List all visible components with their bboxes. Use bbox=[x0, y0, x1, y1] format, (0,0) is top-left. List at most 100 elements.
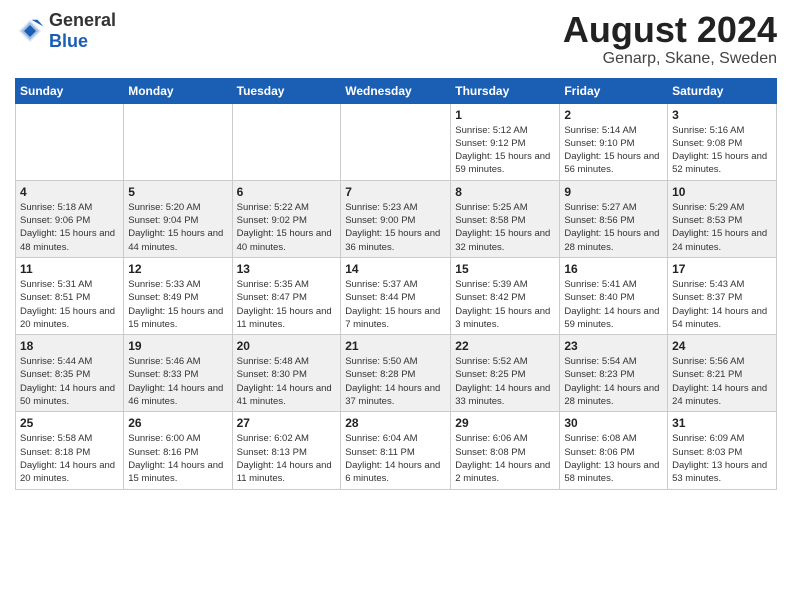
calendar-cell: 10Sunrise: 5:29 AM Sunset: 8:53 PM Dayli… bbox=[668, 180, 777, 257]
day-info: Sunrise: 5:48 AM Sunset: 8:30 PM Dayligh… bbox=[237, 355, 337, 408]
day-info: Sunrise: 5:44 AM Sunset: 8:35 PM Dayligh… bbox=[20, 355, 119, 408]
calendar-cell: 28 Sunrise: 6:04 AM Sunset: 8:11 PM Dayli… bbox=[341, 412, 451, 489]
calendar-cell: 26 Sunrise: 6:00 AM Sunset: 8:16 PM Dayli… bbox=[124, 412, 232, 489]
day-number: 1 bbox=[455, 108, 555, 122]
day-number: 19 bbox=[128, 339, 227, 353]
day-number: 28 bbox=[345, 416, 446, 430]
calendar-cell: 2 Sunrise: 5:14 AM Sunset: 9:10 PM Daylig… bbox=[560, 103, 668, 180]
day-number: 14 bbox=[345, 262, 446, 276]
day-info: Sunrise: 5:54 AM Sunset: 8:23 PM Dayligh… bbox=[564, 355, 663, 408]
day-info: Sunrise: 5:41 AM Sunset: 8:40 PM Dayligh… bbox=[564, 278, 663, 331]
calendar-cell: 8 Sunrise: 5:25 AM Sunset: 8:58 PM Daylig… bbox=[451, 180, 560, 257]
day-number: 12 bbox=[128, 262, 227, 276]
calendar-week-row: 25Sunrise: 5:58 AM Sunset: 8:18 PM Dayli… bbox=[16, 412, 777, 489]
day-info: Sunrise: 5:35 AM Sunset: 8:47 PM Dayligh… bbox=[237, 278, 337, 331]
day-number: 25 bbox=[20, 416, 119, 430]
day-info: Sunrise: 5:39 AM Sunset: 8:42 PM Dayligh… bbox=[455, 278, 555, 331]
day-info: Sunrise: 5:14 AM Sunset: 9:10 PM Dayligh… bbox=[564, 124, 663, 177]
day-number: 3 bbox=[672, 108, 772, 122]
day-number: 4 bbox=[20, 185, 119, 199]
day-number: 17 bbox=[672, 262, 772, 276]
calendar-cell: 29 Sunrise: 6:06 AM Sunset: 8:08 PM Dayli… bbox=[451, 412, 560, 489]
calendar-header-tuesday: Tuesday bbox=[232, 78, 341, 103]
day-info: Sunrise: 5:56 AM Sunset: 8:21 PM Dayligh… bbox=[672, 355, 772, 408]
calendar-cell: 21 Sunrise: 5:50 AM Sunset: 8:28 PM Dayli… bbox=[341, 335, 451, 412]
calendar-cell: 22Sunrise: 5:52 AM Sunset: 8:25 PM Dayli… bbox=[451, 335, 560, 412]
day-info: Sunrise: 5:25 AM Sunset: 8:58 PM Dayligh… bbox=[455, 201, 555, 254]
calendar-cell: 14Sunrise: 5:37 AM Sunset: 8:44 PM Dayli… bbox=[341, 257, 451, 334]
day-number: 13 bbox=[237, 262, 337, 276]
day-number: 23 bbox=[564, 339, 663, 353]
calendar-cell: 7 Sunrise: 5:23 AM Sunset: 9:00 PM Daylig… bbox=[341, 180, 451, 257]
calendar-cell: 25Sunrise: 5:58 AM Sunset: 8:18 PM Dayli… bbox=[16, 412, 124, 489]
day-info: Sunrise: 6:09 AM Sunset: 8:03 PM Dayligh… bbox=[672, 432, 772, 485]
day-number: 20 bbox=[237, 339, 337, 353]
day-number: 7 bbox=[345, 185, 446, 199]
calendar-cell bbox=[232, 103, 341, 180]
calendar-cell: 1 Sunrise: 5:12 AM Sunset: 9:12 PM Daylig… bbox=[451, 103, 560, 180]
calendar-header-sunday: Sunday bbox=[16, 78, 124, 103]
day-info: Sunrise: 6:06 AM Sunset: 8:08 PM Dayligh… bbox=[455, 432, 555, 485]
logo-blue: Blue bbox=[49, 31, 88, 51]
calendar-header-saturday: Saturday bbox=[668, 78, 777, 103]
calendar-header-row: SundayMondayTuesdayWednesdayThursdayFrid… bbox=[16, 78, 777, 103]
calendar-cell bbox=[16, 103, 124, 180]
calendar-week-row: 18 Sunrise: 5:44 AM Sunset: 8:35 PM Dayli… bbox=[16, 335, 777, 412]
logo-general: General bbox=[49, 10, 116, 30]
day-info: Sunrise: 5:33 AM Sunset: 8:49 PM Dayligh… bbox=[128, 278, 227, 331]
day-number: 8 bbox=[455, 185, 555, 199]
day-info: Sunrise: 6:04 AM Sunset: 8:11 PM Dayligh… bbox=[345, 432, 446, 485]
day-info: Sunrise: 5:50 AM Sunset: 8:28 PM Dayligh… bbox=[345, 355, 446, 408]
day-number: 2 bbox=[564, 108, 663, 122]
calendar-header-friday: Friday bbox=[560, 78, 668, 103]
calendar-cell: 13 Sunrise: 5:35 AM Sunset: 8:47 PM Dayli… bbox=[232, 257, 341, 334]
day-info: Sunrise: 6:00 AM Sunset: 8:16 PM Dayligh… bbox=[128, 432, 227, 485]
day-number: 11 bbox=[20, 262, 119, 276]
calendar-cell: 19 Sunrise: 5:46 AM Sunset: 8:33 PM Dayli… bbox=[124, 335, 232, 412]
calendar-header-thursday: Thursday bbox=[451, 78, 560, 103]
page-subtitle: Genarp, Skane, Sweden bbox=[563, 50, 777, 68]
page-header: General Blue August 2024 Genarp, Skane, … bbox=[15, 10, 777, 68]
calendar-cell: 4 Sunrise: 5:18 AM Sunset: 9:06 PM Daylig… bbox=[16, 180, 124, 257]
day-number: 21 bbox=[345, 339, 446, 353]
calendar-week-row: 4 Sunrise: 5:18 AM Sunset: 9:06 PM Daylig… bbox=[16, 180, 777, 257]
calendar-table: SundayMondayTuesdayWednesdayThursdayFrid… bbox=[15, 78, 777, 490]
calendar-cell: 6 Sunrise: 5:22 AM Sunset: 9:02 PM Daylig… bbox=[232, 180, 341, 257]
calendar-cell: 15Sunrise: 5:39 AM Sunset: 8:42 PM Dayli… bbox=[451, 257, 560, 334]
day-number: 6 bbox=[237, 185, 337, 199]
day-info: Sunrise: 5:12 AM Sunset: 9:12 PM Dayligh… bbox=[455, 124, 555, 177]
day-number: 24 bbox=[672, 339, 772, 353]
day-info: Sunrise: 5:16 AM Sunset: 9:08 PM Dayligh… bbox=[672, 124, 772, 177]
calendar-cell: 27Sunrise: 6:02 AM Sunset: 8:13 PM Dayli… bbox=[232, 412, 341, 489]
day-number: 9 bbox=[564, 185, 663, 199]
day-number: 29 bbox=[455, 416, 555, 430]
day-number: 16 bbox=[564, 262, 663, 276]
day-info: Sunrise: 5:23 AM Sunset: 9:00 PM Dayligh… bbox=[345, 201, 446, 254]
calendar-cell bbox=[341, 103, 451, 180]
day-number: 26 bbox=[128, 416, 227, 430]
calendar-header-monday: Monday bbox=[124, 78, 232, 103]
calendar-cell: 3 Sunrise: 5:16 AM Sunset: 9:08 PM Daylig… bbox=[668, 103, 777, 180]
calendar-header-wednesday: Wednesday bbox=[341, 78, 451, 103]
calendar-cell: 30Sunrise: 6:08 AM Sunset: 8:06 PM Dayli… bbox=[560, 412, 668, 489]
day-number: 5 bbox=[128, 185, 227, 199]
day-number: 31 bbox=[672, 416, 772, 430]
day-info: Sunrise: 5:31 AM Sunset: 8:51 PM Dayligh… bbox=[20, 278, 119, 331]
day-info: Sunrise: 5:52 AM Sunset: 8:25 PM Dayligh… bbox=[455, 355, 555, 408]
calendar-cell: 16 Sunrise: 5:41 AM Sunset: 8:40 PM Dayli… bbox=[560, 257, 668, 334]
calendar-week-row: 1 Sunrise: 5:12 AM Sunset: 9:12 PM Daylig… bbox=[16, 103, 777, 180]
calendar-cell: 20 Sunrise: 5:48 AM Sunset: 8:30 PM Dayli… bbox=[232, 335, 341, 412]
calendar-cell: 9Sunrise: 5:27 AM Sunset: 8:56 PM Daylig… bbox=[560, 180, 668, 257]
day-info: Sunrise: 5:18 AM Sunset: 9:06 PM Dayligh… bbox=[20, 201, 119, 254]
day-info: Sunrise: 5:46 AM Sunset: 8:33 PM Dayligh… bbox=[128, 355, 227, 408]
calendar-cell: 5 Sunrise: 5:20 AM Sunset: 9:04 PM Daylig… bbox=[124, 180, 232, 257]
day-info: Sunrise: 6:08 AM Sunset: 8:06 PM Dayligh… bbox=[564, 432, 663, 485]
day-number: 18 bbox=[20, 339, 119, 353]
logo-text: General Blue bbox=[49, 10, 116, 52]
title-section: August 2024 Genarp, Skane, Sweden bbox=[563, 10, 777, 68]
day-info: Sunrise: 5:20 AM Sunset: 9:04 PM Dayligh… bbox=[128, 201, 227, 254]
calendar-cell: 17Sunrise: 5:43 AM Sunset: 8:37 PM Dayli… bbox=[668, 257, 777, 334]
day-number: 10 bbox=[672, 185, 772, 199]
day-info: Sunrise: 5:22 AM Sunset: 9:02 PM Dayligh… bbox=[237, 201, 337, 254]
calendar-cell bbox=[124, 103, 232, 180]
